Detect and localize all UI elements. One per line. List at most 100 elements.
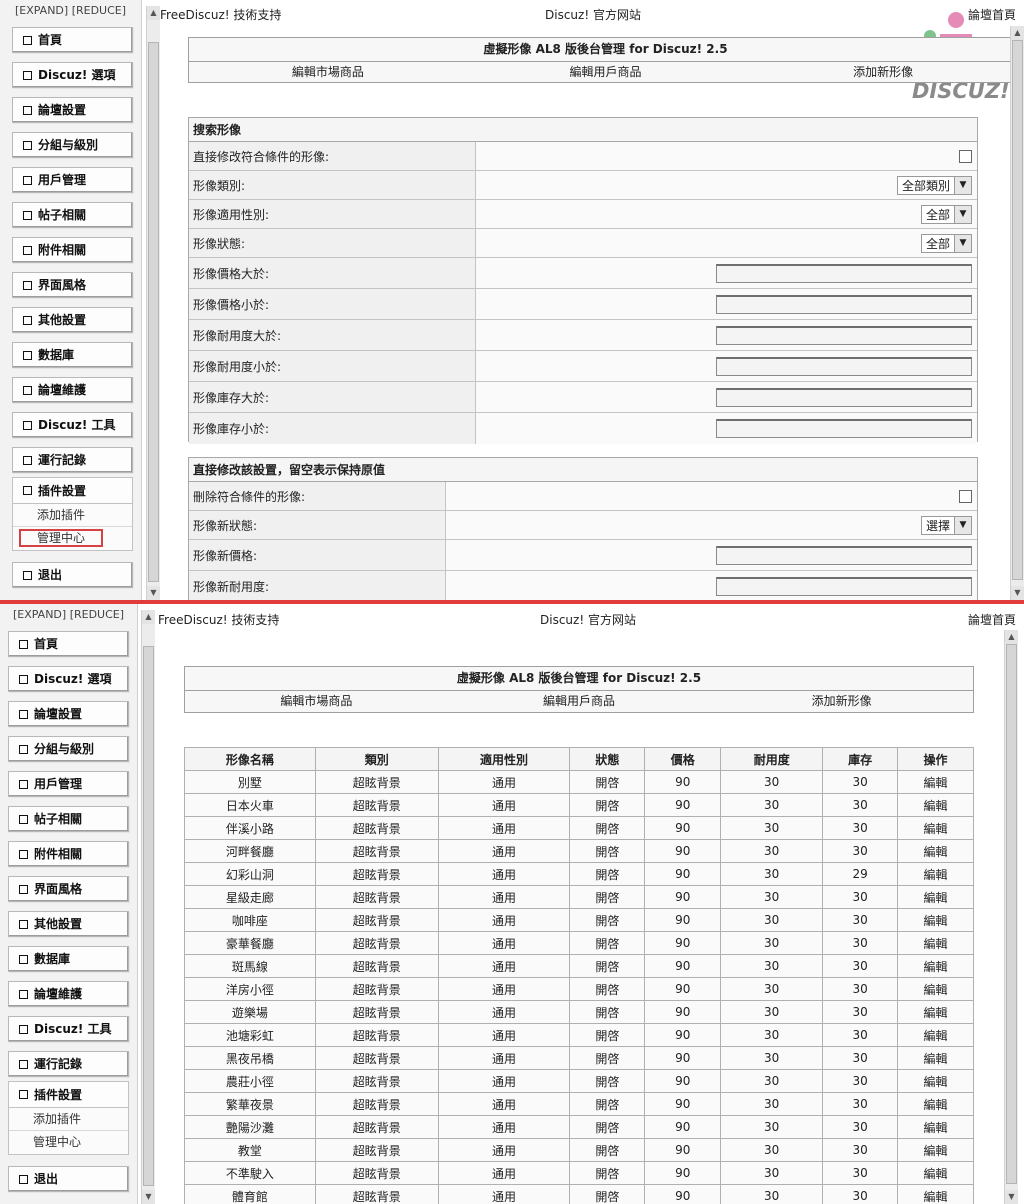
official-site-link[interactable]: Discuz! 官方网站 <box>545 6 641 23</box>
support-link[interactable]: FreeDiscuz! 技術支持 <box>160 6 281 23</box>
edit-link[interactable]: 編輯 <box>897 908 974 932</box>
sidebar-item-9[interactable]: 數据庫 <box>12 342 133 368</box>
main-scrollbar[interactable]: ▲ ▼ <box>1004 630 1018 1204</box>
sidebar-item-9[interactable]: 數据庫 <box>8 946 129 972</box>
sidebar-item-10[interactable]: 論壇維護 <box>12 377 133 403</box>
expand-reduce-toggle[interactable]: [EXPAND] [REDUCE] <box>0 604 137 626</box>
sidebar-item-7[interactable]: 界面風格 <box>12 272 133 298</box>
sidebar-item-0[interactable]: 首頁 <box>8 631 129 657</box>
edit-link[interactable]: 編輯 <box>897 770 974 794</box>
sidebar-item-11[interactable]: Discuz! 工具 <box>12 412 133 438</box>
chevron-down-icon[interactable]: ▼ <box>954 516 971 534</box>
scroll-up-icon[interactable]: ▲ <box>142 610 155 624</box>
sidebar-item-2[interactable]: 論壇設置 <box>12 97 133 123</box>
edit-link[interactable]: 編輯 <box>897 816 974 840</box>
sidebar-item-6[interactable]: 附件相關 <box>8 841 129 867</box>
text-input[interactable] <box>716 545 972 565</box>
chevron-down-icon[interactable]: ▼ <box>954 205 971 223</box>
edit-link[interactable]: 編輯 <box>897 1161 974 1185</box>
sidebar-item-0[interactable]: 首頁 <box>12 27 133 53</box>
edit-link[interactable]: 編輯 <box>897 954 974 978</box>
sidebar-item-1[interactable]: Discuz! 選項 <box>8 666 129 692</box>
text-input[interactable] <box>716 387 972 407</box>
text-input[interactable] <box>716 325 972 345</box>
scroll-thumb[interactable] <box>1012 40 1023 580</box>
nav-edit-market-items[interactable]: 編輯市場商品 <box>185 691 448 713</box>
nav-add-avatar[interactable]: 添加新形像 <box>710 691 973 713</box>
edit-link[interactable]: 編輯 <box>897 1069 974 1093</box>
sidebar-item-12[interactable]: 運行記錄 <box>8 1051 129 1077</box>
sidebar-item-3[interactable]: 分組与級別 <box>8 736 129 762</box>
edit-link[interactable]: 編輯 <box>897 931 974 955</box>
sidebar-subitem-add-plugin[interactable]: 添加插件 <box>9 1108 128 1131</box>
sidebar-item-7[interactable]: 界面風格 <box>8 876 129 902</box>
chevron-down-icon[interactable]: ▼ <box>954 176 971 194</box>
sidebar-item-8[interactable]: 其他設置 <box>8 911 129 937</box>
expand-reduce-toggle[interactable]: [EXPAND] [REDUCE] <box>0 0 141 22</box>
edit-link[interactable]: 編輯 <box>897 1138 974 1162</box>
edit-link[interactable]: 編輯 <box>897 1000 974 1024</box>
text-input[interactable] <box>716 577 972 596</box>
select-dropdown[interactable]: 全部類別 ▼ <box>896 175 972 195</box>
sidebar-item-5[interactable]: 帖子相關 <box>8 806 129 832</box>
text-input[interactable] <box>716 294 972 314</box>
scroll-down-icon[interactable]: ▼ <box>142 1190 155 1204</box>
scroll-down-icon[interactable]: ▼ <box>147 586 160 600</box>
checkbox[interactable] <box>959 489 972 503</box>
nav-edit-user-items[interactable]: 編輯用戶商品 <box>448 691 711 713</box>
scroll-thumb[interactable] <box>143 646 154 1186</box>
checkbox[interactable] <box>959 149 972 163</box>
edit-link[interactable]: 編輯 <box>897 1046 974 1070</box>
sidebar-item-2[interactable]: 論壇設置 <box>8 701 129 727</box>
edit-link[interactable]: 編輯 <box>897 862 974 886</box>
scroll-up-icon[interactable]: ▲ <box>1011 26 1024 40</box>
nav-edit-market-items[interactable]: 編輯市場商品 <box>189 62 467 84</box>
text-input[interactable] <box>716 419 972 438</box>
sidebar-item-4[interactable]: 用戶管理 <box>8 771 129 797</box>
support-link[interactable]: FreeDiscuz! 技術支持 <box>158 611 279 628</box>
sidebar-scrollbar[interactable]: ▲ ▼ <box>141 610 155 1204</box>
sidebar-subitem-manage-center[interactable]: 管理中心 <box>9 1131 128 1154</box>
sidebar-item-10[interactable]: 論壇維護 <box>8 981 129 1007</box>
select-dropdown[interactable]: 全部 ▼ <box>920 204 972 224</box>
sidebar-item-1[interactable]: Discuz! 選項 <box>12 62 133 88</box>
sidebar-item-logout[interactable]: 退出 <box>12 562 133 588</box>
text-input[interactable] <box>716 263 972 283</box>
sidebar-item-plugins[interactable]: 插件設置 <box>9 1082 128 1108</box>
sidebar-item-plugins[interactable]: 插件設置 <box>13 478 132 504</box>
chevron-down-icon[interactable]: ▼ <box>954 234 971 252</box>
scroll-up-icon[interactable]: ▲ <box>147 6 160 20</box>
select-dropdown[interactable]: 選擇 ▼ <box>920 515 972 535</box>
text-input[interactable] <box>716 356 972 376</box>
sidebar-scrollbar[interactable]: ▲ ▼ <box>146 6 160 600</box>
edit-link[interactable]: 編輯 <box>897 793 974 817</box>
edit-link[interactable]: 編輯 <box>897 977 974 1001</box>
sidebar-item-8[interactable]: 其他設置 <box>12 307 133 333</box>
scroll-thumb[interactable] <box>1006 644 1017 1184</box>
edit-link[interactable]: 編輯 <box>897 839 974 863</box>
scroll-down-icon[interactable]: ▼ <box>1005 1190 1018 1204</box>
edit-link[interactable]: 編輯 <box>897 1092 974 1116</box>
sidebar-item-5[interactable]: 帖子相關 <box>12 202 133 228</box>
sidebar-item-3[interactable]: 分組与級別 <box>12 132 133 158</box>
sidebar-item-11[interactable]: Discuz! 工具 <box>8 1016 129 1042</box>
edit-link[interactable]: 編輯 <box>897 885 974 909</box>
sidebar-item-logout[interactable]: 退出 <box>8 1166 129 1192</box>
sidebar-item-12[interactable]: 運行記錄 <box>12 447 133 473</box>
scroll-down-icon[interactable]: ▼ <box>1011 586 1024 600</box>
edit-link[interactable]: 編輯 <box>897 1184 974 1204</box>
sidebar-item-4[interactable]: 用戶管理 <box>12 167 133 193</box>
scroll-thumb[interactable] <box>148 42 159 582</box>
forum-home-link[interactable]: 論壇首頁 <box>968 611 1016 628</box>
nav-add-avatar[interactable]: 添加新形像 <box>744 62 1022 84</box>
sidebar-item-6[interactable]: 附件相關 <box>12 237 133 263</box>
nav-edit-user-items[interactable]: 編輯用戶商品 <box>467 62 745 84</box>
select-dropdown[interactable]: 全部 ▼ <box>920 233 972 253</box>
official-site-link[interactable]: Discuz! 官方网站 <box>540 611 636 628</box>
sidebar-subitem-add-plugin[interactable]: 添加插件 <box>13 504 132 527</box>
scroll-up-icon[interactable]: ▲ <box>1005 630 1018 644</box>
edit-link[interactable]: 編輯 <box>897 1115 974 1139</box>
edit-link[interactable]: 編輯 <box>897 1023 974 1047</box>
sidebar-subitem-manage-center[interactable]: 管理中心 <box>13 527 132 550</box>
main-scrollbar[interactable]: ▲ ▼ <box>1010 26 1024 600</box>
